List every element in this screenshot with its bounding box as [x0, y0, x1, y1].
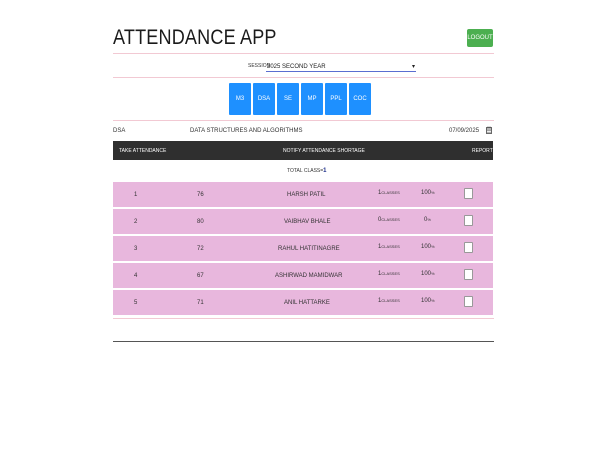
row-roll: 72: [197, 246, 204, 252]
row-roll: 71: [197, 300, 204, 306]
report-checkbox[interactable]: [464, 269, 473, 280]
row-percent: 100%: [421, 271, 435, 277]
session-divider: [113, 77, 494, 78]
course-code: DSA: [113, 128, 126, 134]
table-row: 3 72 RAHUL HATITINAGRE 1CLASSES 100%: [113, 236, 493, 261]
row-percent: 100%: [421, 244, 435, 250]
row-roll: 67: [197, 273, 204, 279]
report-checkbox[interactable]: [464, 296, 473, 307]
header-take-attendance[interactable]: TAKE ATTENDANCE: [119, 148, 166, 154]
table-row: 5 71 ANIL HATTARKE 1CLASSES 100%: [113, 290, 493, 315]
subject-ppl-button[interactable]: PPL: [325, 83, 347, 115]
subject-dsa-button[interactable]: DSA: [253, 83, 275, 115]
row-percent: 0%: [424, 217, 431, 223]
total-classes-label: TOTAL CLASS=: [287, 168, 324, 174]
row-name: ANIL HATTARKE: [284, 300, 330, 306]
subject-m3-button[interactable]: M3: [229, 83, 251, 115]
row-classes: 1CLASSES: [378, 298, 400, 304]
page-bottom-line: [113, 341, 494, 342]
table-bottom-divider: [113, 318, 494, 319]
row-classes: 1CLASSES: [378, 271, 400, 277]
app-title: ATTENDANCE APP: [113, 26, 277, 49]
header-notify-shortage[interactable]: NOTIFY ATTENDANCE SHORTAGE: [283, 148, 365, 154]
row-name: ASHIRWAD MAMIDWAR: [275, 273, 343, 279]
row-percent: 100%: [421, 190, 435, 196]
chevron-down-icon: ▾: [411, 63, 415, 70]
row-serial: 2: [134, 219, 138, 225]
row-serial: 4: [134, 273, 138, 279]
calendar-icon[interactable]: [486, 126, 492, 134]
subject-coc-button[interactable]: COC: [349, 83, 371, 115]
date-field[interactable]: 07/09/2025: [449, 128, 479, 134]
report-checkbox[interactable]: [464, 215, 473, 226]
table-row: 1 76 HARSH PATIL 1CLASSES 100%: [113, 182, 493, 207]
subject-mp-button[interactable]: MP: [301, 83, 323, 115]
row-serial: 3: [134, 246, 138, 252]
subject-tabs: M3 DSA SE MP PPL COC: [229, 83, 371, 115]
logout-button[interactable]: LOGOUT: [467, 29, 493, 47]
report-checkbox[interactable]: [464, 188, 473, 199]
row-serial: 5: [134, 300, 138, 306]
row-roll: 80: [197, 219, 204, 225]
header-report[interactable]: REPORT: [472, 148, 493, 154]
row-serial: 1: [134, 192, 138, 198]
report-checkbox[interactable]: [464, 242, 473, 253]
table-header: TAKE ATTENDANCE NOTIFY ATTENDANCE SHORTA…: [113, 141, 493, 160]
table-row: 2 80 VAIBHAV BHALE 0CLASSES 0%: [113, 209, 493, 234]
session-select[interactable]: 2025 SECOND YEAR ▾: [266, 62, 416, 72]
subjects-divider: [113, 120, 494, 121]
row-classes: 0CLASSES: [378, 217, 400, 223]
course-name: DATA STRUCTURES AND ALGORITHMS: [190, 128, 303, 134]
total-classes: TOTAL CLASS=1: [287, 168, 327, 174]
row-classes: 1CLASSES: [378, 244, 400, 250]
session-value: 2025 SECOND YEAR: [267, 63, 326, 70]
row-name: VAIBHAV BHALE: [284, 219, 331, 225]
total-classes-value: 1: [323, 168, 327, 174]
table-row: 4 67 ASHIRWAD MAMIDWAR 1CLASSES 100%: [113, 263, 493, 288]
row-name: RAHUL HATITINAGRE: [278, 246, 340, 252]
row-percent: 100%: [421, 298, 435, 304]
row-classes: 1CLASSES: [378, 190, 400, 196]
header-divider: [113, 53, 494, 54]
row-name: HARSH PATIL: [287, 192, 326, 198]
subject-se-button[interactable]: SE: [277, 83, 299, 115]
row-roll: 76: [197, 192, 204, 198]
